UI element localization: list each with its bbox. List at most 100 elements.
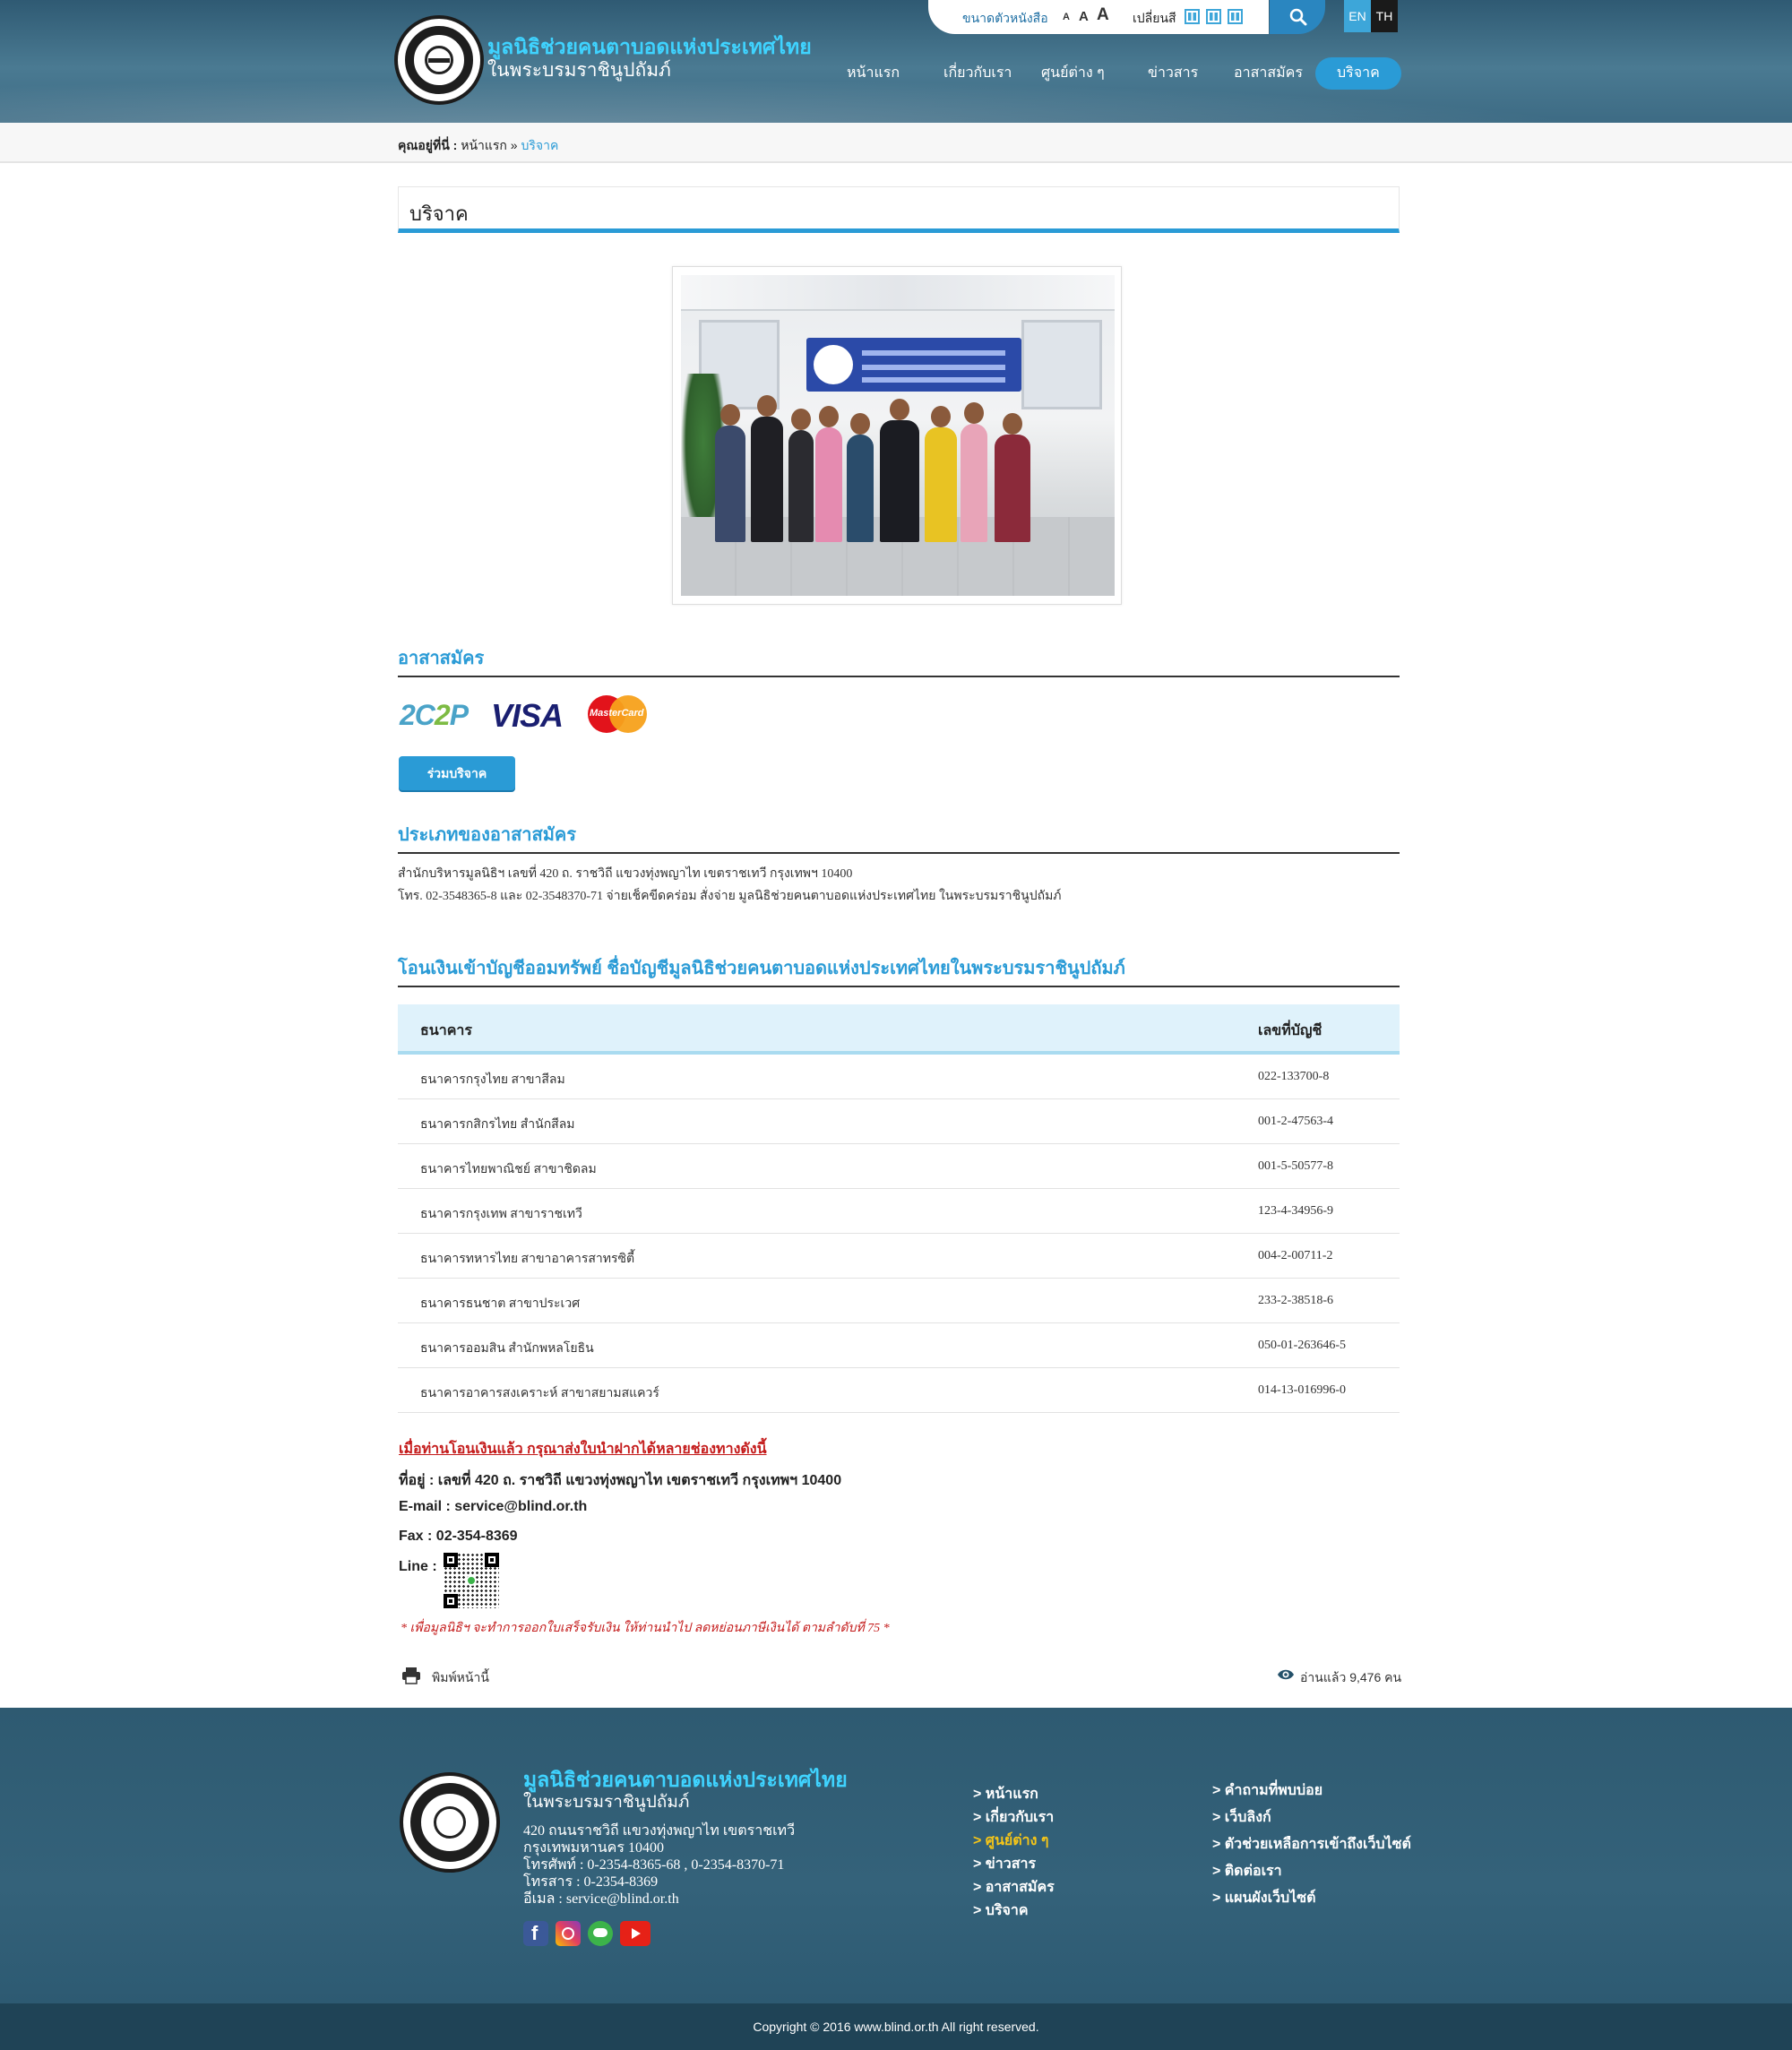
print-icon — [402, 1667, 420, 1684]
youtube-icon[interactable] — [620, 1921, 650, 1946]
tax-deduction-note: * เพื่อมูลนิธิฯ จะทำการออกใบเสร็จรับเงิน… — [401, 1622, 890, 1635]
account-number: 022-133700-8 — [1258, 1070, 1330, 1083]
font-size-small[interactable]: A — [1063, 12, 1070, 22]
bank-name: ธนาคารกรุงไทย สาขาสีลม — [420, 1073, 565, 1087]
account-number: 004-2-00711-2 — [1258, 1249, 1333, 1262]
footer-link-home[interactable]: > หน้าแรก — [973, 1783, 1038, 1805]
footer-address-line: กรุงเทพมหานคร 10400 — [523, 1840, 664, 1856]
accessibility-toolbar: ขนาดตัวหนังสือ A A A เปลี่ยนสี — [928, 0, 1269, 34]
change-color-label: เปลี่ยนสี — [1133, 11, 1176, 25]
account-number: 001-5-50577-8 — [1258, 1159, 1333, 1173]
footer-address-line: 420 ถนนราชวิถี แขวงทุ่งพญาไท เขตราชเทวี — [523, 1823, 796, 1839]
visa-logo: VISA — [491, 697, 564, 734]
font-size-large[interactable]: A — [1097, 5, 1109, 25]
footer-logo[interactable] — [400, 1772, 500, 1873]
account-number: 001-2-47563-4 — [1258, 1115, 1333, 1128]
breadcrumb-bar: คุณอยู่ที่นี่ : หน้าแรก » บริจาค — [0, 123, 1792, 163]
breadcrumb-current: บริจาค — [521, 138, 559, 152]
account-number: 014-13-016996-0 — [1258, 1383, 1346, 1397]
foundation-logo[interactable] — [394, 15, 484, 105]
table-row: ธนาคารไทยพาณิชย์ สาขาชิดลม 001-5-50577-8 — [398, 1144, 1400, 1189]
footer-link-contact[interactable]: > ติดต่อเรา — [1212, 1860, 1282, 1882]
office-address: สำนักบริหารมูลนิธิฯ เลขที่ 420 ถ. ราชวิถ… — [398, 867, 853, 881]
bank-accounts-table: ธนาคาร เลขที่บัญชี ธนาคารกรุงไทย สาขาสีล… — [398, 1004, 1400, 1413]
print-label: พิมพ์หน้านี้ — [432, 1670, 489, 1684]
site-title-line2: ในพระบรมราชินูปถัมภ์ — [487, 60, 671, 81]
nav-news[interactable]: ข่าวสาร — [1148, 57, 1198, 90]
instagram-icon[interactable] — [556, 1921, 581, 1946]
footer-email[interactable]: อีเมล : service@blind.or.th — [523, 1891, 795, 1908]
site-title-line1: มูลนิธิช่วยคนตาบอดแห่งประเทศไทย — [487, 35, 812, 58]
nav-volunteer[interactable]: อาสาสมัคร — [1234, 57, 1303, 90]
footer-link-about[interactable]: > เกี่ยวกับเรา — [973, 1806, 1054, 1829]
footer-address: 420 ถนนราชวิถี แขวงทุ่งพญาไท เขตราชเทวี … — [523, 1822, 795, 1908]
nav-home[interactable]: หน้าแรก — [847, 57, 900, 90]
facebook-icon[interactable] — [523, 1921, 548, 1946]
font-size-label: ขนาดตัวหนังสือ — [962, 11, 1048, 25]
table-row: ธนาคารอาคารสงเคราะห์ สาขาสยามสแควร์ 014-1… — [398, 1368, 1400, 1413]
donation-photo — [681, 275, 1115, 596]
bank-name: ธนาคารธนชาต สาขาประเวศ — [420, 1297, 581, 1311]
donate-button[interactable]: ร่วมบริจาค — [399, 756, 515, 790]
color-scheme-2-icon[interactable] — [1206, 9, 1221, 24]
transfer-notice: เมื่อท่านโอนเงินแล้ว กรุณาส่งใบนำฝากได้ห… — [399, 1442, 767, 1457]
footer-title: มูลนิธิช่วยคนตาบอดแห่งประเทศไทย ในพระบรม… — [523, 1767, 848, 1813]
payment-logos: 2C2P VISA MasterCard — [398, 692, 667, 735]
bank-name: ธนาคารไทยพาณิชย์ สาขาชิดลม — [420, 1163, 597, 1176]
foundation-banner — [806, 338, 1021, 392]
footer-link-donate[interactable]: > บริจาค — [973, 1899, 1029, 1922]
bank-name: ธนาคารอาคารสงเคราะห์ สาขาสยามสแควร์ — [420, 1387, 659, 1400]
site-title[interactable]: มูลนิธิช่วยคนตาบอดแห่งประเทศไทย ในพระบรม… — [487, 34, 812, 82]
breadcrumb: คุณอยู่ที่นี่ : หน้าแรก » บริจาค — [398, 136, 558, 156]
footer-phone: โทรศัพท์ : 0-2354-8365-68 , 0-2354-8370-… — [523, 1857, 785, 1873]
office-phone-cheque: โทร. 02-3548365-8 และ 02-3548370-71 จ่าย… — [398, 890, 1062, 903]
footer-link-faq[interactable]: > คำถามที่พบบ่อย — [1212, 1779, 1322, 1802]
account-number: 050-01-263646-5 — [1258, 1339, 1346, 1352]
footer-link-centers[interactable]: > ศูนย์ต่าง ๆ — [973, 1830, 1048, 1852]
line-icon[interactable] — [588, 1921, 613, 1946]
lang-en-button[interactable]: EN — [1344, 0, 1371, 32]
bank-name: ธนาคารกสิกรไทย สำนักสีลม — [420, 1118, 575, 1132]
col-bank-header: ธนาคาร — [420, 1023, 472, 1038]
bank-name: ธนาคารกรุงเทพ สาขาราชเทวี — [420, 1208, 582, 1221]
page-title: บริจาค — [409, 202, 469, 225]
nav-centers[interactable]: ศูนย์ต่าง ๆ — [1041, 57, 1105, 90]
table-header: ธนาคาร เลขที่บัญชี — [398, 1004, 1400, 1055]
contact-email[interactable]: E-mail : service@blind.or.th — [399, 1499, 587, 1515]
donation-photo-frame — [672, 266, 1122, 605]
footer-link-news[interactable]: > ข่าวสาร — [973, 1853, 1036, 1875]
search-button[interactable] — [1270, 0, 1325, 34]
mastercard-logo: MasterCard — [588, 695, 647, 733]
table-row: ธนาคารธนชาต สาขาประเวศ 233-2-38518-6 — [398, 1279, 1400, 1323]
breadcrumb-home[interactable]: หน้าแรก — [461, 138, 507, 152]
search-icon — [1289, 8, 1307, 26]
footer-link-volunteer[interactable]: > อาสาสมัคร — [973, 1876, 1055, 1899]
font-size-medium[interactable]: A — [1079, 9, 1089, 24]
bank-transfer-title: โอนเงินเข้าบัญชีออมทรัพย์ ชื่อบัญชีมูลนิ… — [398, 953, 1400, 987]
footer-fax: โทรสาร : 0-2354-8369 — [523, 1874, 659, 1890]
table-row: ธนาคารกสิกรไทย สำนักสีลม 001-2-47563-4 — [398, 1099, 1400, 1144]
views-label: อ่านแล้ว 9,476 คน — [1300, 1670, 1402, 1684]
color-scheme-1-icon[interactable] — [1185, 9, 1200, 24]
account-number: 123-4-34956-9 — [1258, 1204, 1333, 1218]
table-row: ธนาคารกรุงเทพ สาขาราชเทวี 123-4-34956-9 — [398, 1189, 1400, 1234]
table-row: ธนาคารทหารไทย สาขาอาคารสาทรซิตี้ 004-2-00… — [398, 1234, 1400, 1279]
volunteer-section-title: อาสาสมัคร — [398, 643, 1400, 677]
2c2p-logo: 2C2P — [400, 699, 469, 731]
footer-link-weblinks[interactable]: > เว็บลิงก์ — [1212, 1806, 1271, 1829]
copyright-bar: Copyright © 2016 www.blind.or.th All rig… — [0, 2003, 1792, 2050]
footer-link-sitemap[interactable]: > แผนผังเว็บไซต์ — [1212, 1887, 1316, 1909]
bank-name: ธนาคารทหารไทย สาขาอาคารสาทรซิตี้ — [420, 1253, 635, 1266]
contact-line-label: Line : — [399, 1559, 437, 1574]
nav-donate[interactable]: บริจาค — [1315, 57, 1401, 90]
color-scheme-3-icon[interactable] — [1228, 9, 1243, 24]
eye-icon — [1278, 1669, 1294, 1680]
breadcrumb-separator: » — [510, 138, 518, 152]
nav-about[interactable]: เกี่ยวกับเรา — [943, 57, 1012, 90]
footer-link-accessibility[interactable]: > ตัวช่วยเหลือการเข้าถึงเว็บไซต์ — [1212, 1833, 1411, 1856]
col-account-header: เลขที่บัญชี — [1258, 1023, 1322, 1038]
table-row: ธนาคารออมสิน สำนักพหลโยธิน 050-01-263646-… — [398, 1323, 1400, 1368]
site-header: มูลนิธิช่วยคนตาบอดแห่งประเทศไทย ในพระบรม… — [0, 0, 1792, 123]
lang-th-button[interactable]: TH — [1371, 0, 1398, 32]
line-qr-code — [444, 1553, 499, 1608]
